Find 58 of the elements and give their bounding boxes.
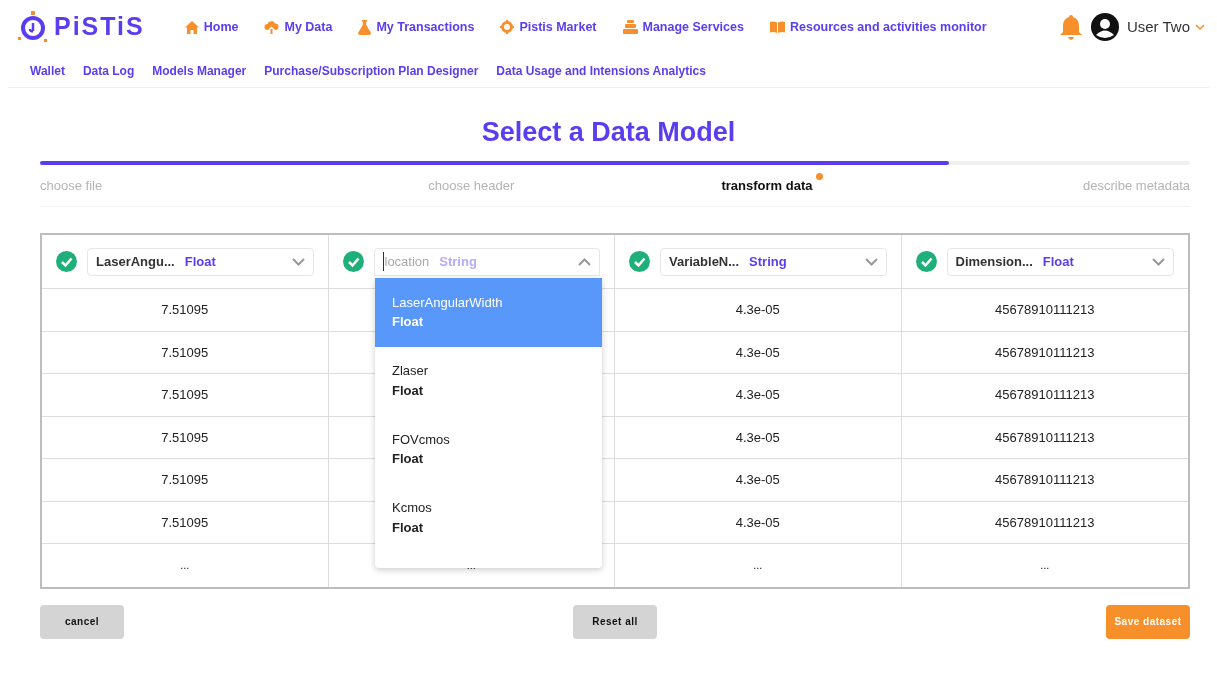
secondary-button[interactable]: Reset all bbox=[573, 604, 657, 639]
column-type-select[interactable]: Dimension... Float bbox=[946, 247, 1174, 276]
nav-link[interactable]: Pistis Market bbox=[500, 17, 597, 37]
subnav-link[interactable]: Data Log bbox=[82, 61, 135, 80]
table-cell-text: 45678910111213 bbox=[995, 386, 1095, 404]
table-cell-text: 7.51095 bbox=[161, 343, 209, 362]
flask-icon bbox=[358, 19, 372, 35]
nav-link[interactable]: Resources and activities monitor bbox=[769, 17, 987, 37]
step-label[interactable]: transform data bbox=[721, 175, 813, 196]
home-icon bbox=[184, 20, 199, 34]
page-title: Select a Data Model bbox=[480, 116, 737, 148]
nav-link[interactable]: My Data bbox=[264, 17, 333, 37]
table-cell-text: 45678910111213 bbox=[995, 301, 1095, 319]
table-cell-text: 7.51095 bbox=[161, 301, 209, 319]
user-menu[interactable]: User Two bbox=[1126, 15, 1205, 39]
dropdown-option[interactable]: Kcmos Float bbox=[375, 483, 602, 552]
table-cell-text: ... bbox=[753, 558, 763, 573]
table-cell-text: 7.51095 bbox=[161, 386, 209, 404]
cloud-upload-icon bbox=[264, 20, 280, 34]
avatar-icon[interactable] bbox=[1090, 13, 1119, 41]
chevron-up-icon bbox=[578, 257, 591, 266]
nav-link[interactable]: Manage Services bbox=[622, 17, 744, 37]
gear-icon bbox=[500, 20, 515, 34]
table-cell-text: 45678910111213 bbox=[995, 343, 1095, 362]
stack-icon bbox=[622, 20, 638, 34]
subnav-link[interactable]: Purchase/Subscription Plan Designer bbox=[264, 61, 479, 80]
table-cell-text: 7.51095 bbox=[161, 513, 209, 532]
nav-link[interactable]: My Transactions bbox=[358, 17, 475, 37]
dropdown-option[interactable]: Zlaser Float bbox=[375, 346, 602, 415]
chevron-down-icon bbox=[291, 257, 305, 266]
table-cell-text: 45678910111213 bbox=[995, 471, 1095, 489]
brand-name: PiSTiS bbox=[54, 11, 145, 43]
subnav-link[interactable]: Data Usage and Intensions Analytics bbox=[496, 61, 706, 80]
table-cell-text: 4.3e-05 bbox=[735, 513, 780, 532]
table-cell-text: 4.3e-05 bbox=[735, 386, 780, 404]
chevron-down-icon bbox=[1152, 257, 1165, 266]
table-cell-text: ... bbox=[1040, 558, 1050, 573]
nav-link[interactable]: Home bbox=[184, 17, 239, 37]
table-cell-text: ... bbox=[180, 558, 190, 573]
secondary-button[interactable]: cancel bbox=[40, 604, 124, 639]
table-cell-text: 7.51095 bbox=[161, 428, 209, 447]
book-icon bbox=[769, 21, 785, 33]
logo-icon bbox=[18, 11, 48, 43]
table-cell-text: 4.3e-05 bbox=[735, 428, 780, 447]
subnav-link[interactable]: Wallet bbox=[30, 61, 65, 80]
table-cell-text: ... bbox=[466, 558, 476, 573]
table-cell-text: 7.51095 bbox=[161, 471, 209, 489]
table-cell-text: 45678910111213 bbox=[995, 428, 1095, 447]
table-cell-text: 4.3e-05 bbox=[735, 343, 780, 362]
table-cell-text: 45678910111213 bbox=[995, 513, 1095, 532]
dropdown-option[interactable]: FOVcmos Float bbox=[375, 415, 602, 484]
chevron-down-icon bbox=[1195, 24, 1205, 30]
table-cell-text: 4.3e-05 bbox=[735, 301, 780, 319]
column-type-select[interactable]: LaserAngu... Float bbox=[87, 247, 314, 276]
subnav-link[interactable]: Models Manager bbox=[152, 61, 247, 80]
column-type-select[interactable]: VariableN... String bbox=[660, 247, 887, 276]
table-cell-text: 4.3e-05 bbox=[735, 471, 780, 489]
chevron-down-icon bbox=[864, 257, 878, 266]
